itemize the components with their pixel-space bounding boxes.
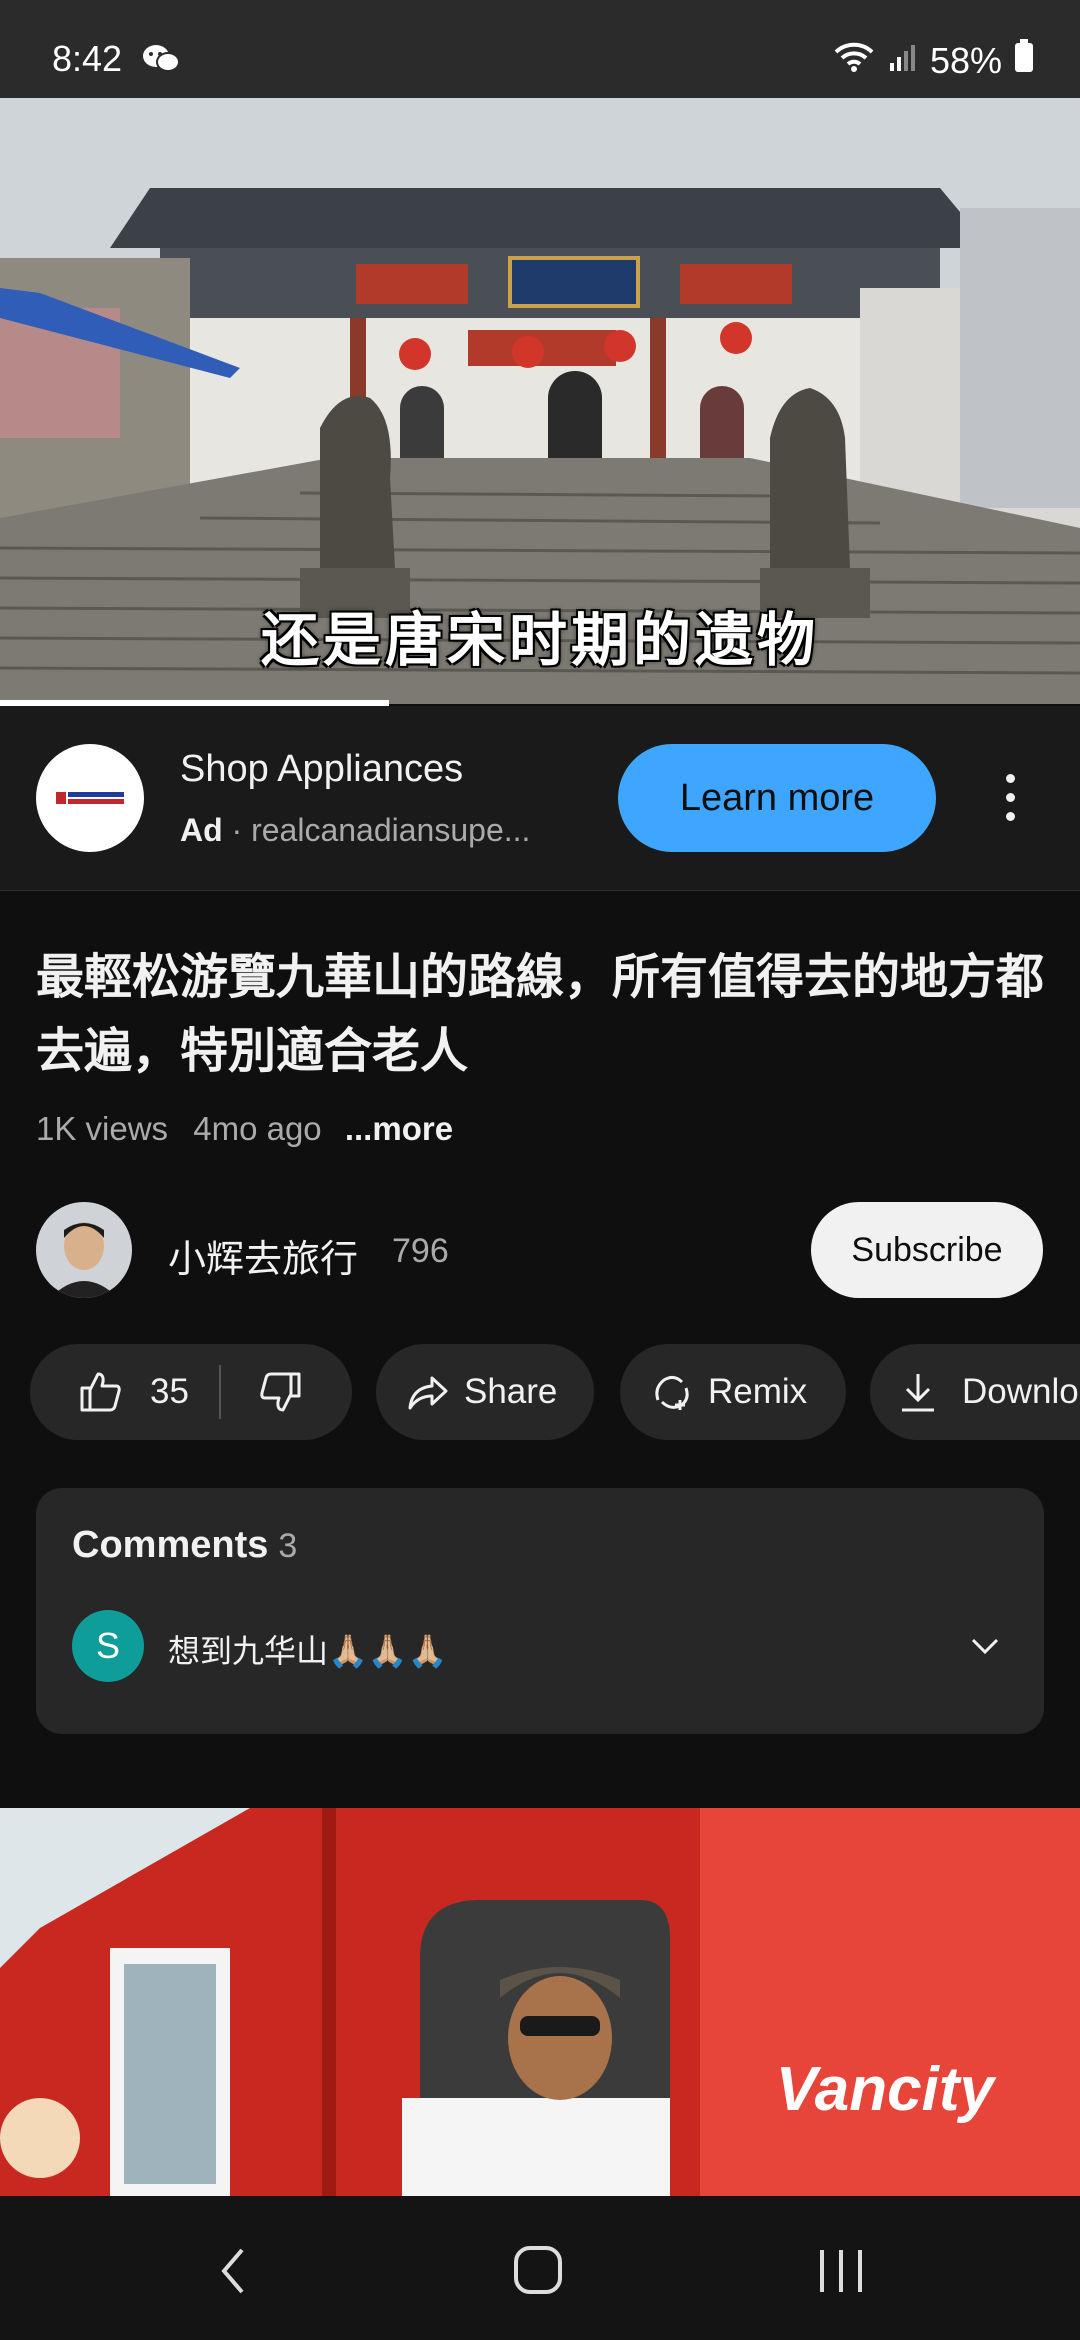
wechat-icon [142,44,180,79]
view-count: 1K views [36,1110,169,1147]
promo-brand: Vancity [775,2055,994,2124]
advertiser-logo [36,744,144,852]
promo-image [0,1808,1080,2196]
commenter-avatar: S [72,1610,144,1682]
more-options-icon[interactable] [998,774,1022,834]
channel-avatar[interactable] [36,1202,132,1298]
channel-row: 小辉去旅行 796 Subscribe [36,1200,1046,1300]
recent-apps-icon[interactable] [816,2246,866,2296]
channel-name[interactable]: 小辉去旅行 [168,1228,358,1283]
comment-preview: 想到九华山🙏🏼🙏🏼🙏🏼 [168,1632,448,1670]
learn-more-button[interactable]: Learn more [618,744,936,852]
system-navigation-bar [0,2196,1080,2340]
video-meta[interactable]: 1K views 4mo ago ...more [36,1110,453,1148]
comments-count: 3 [278,1527,298,1565]
ad-separator: · [231,812,243,848]
action-bar: 35 Share Remix Downlo [30,1344,1080,1440]
like-count: 35 [150,1372,189,1411]
battery-icon [1014,39,1034,82]
thumbs-up-icon [80,1372,121,1412]
wifi-icon [832,38,876,83]
share-label: Share [464,1372,558,1411]
video-title[interactable]: 最輕松游覽九華山的路線，所有值得去的地方都去遍，特別適合老人 [36,940,1046,1088]
chevron-down-icon[interactable] [970,1636,1000,1656]
share-button[interactable]: Share [376,1344,594,1440]
signal-icon [888,40,918,82]
share-icon [408,1376,448,1410]
subscriber-count: 796 [392,1232,449,1270]
ad-label: Ad [180,812,223,848]
remix-icon [655,1375,689,1410]
upload-age: 4mo ago [193,1110,322,1147]
status-time: 8:42 [52,38,123,79]
video-player[interactable]: 还是唐宋时期的遗物 [0,98,1080,704]
ad-domain: realcanadiansupe... [251,812,531,848]
download-label: Downlo [962,1372,1079,1411]
ad-banner[interactable]: Shop Appliances Ad · realcanadiansupe...… [0,706,1080,891]
dislike-button[interactable] [257,1368,305,1416]
comments-heading: Comments 3 [72,1524,297,1567]
ad-subtitle: Ad · realcanadiansupe... [180,812,580,849]
remix-button[interactable]: Remix [620,1344,846,1440]
battery-percent: 58% [929,39,1002,81]
promo-banner[interactable]: Vancity [0,1808,1080,2196]
more-link[interactable]: ...more [345,1110,453,1147]
ad-title: Shop Appliances [180,748,464,790]
remix-label: Remix [708,1372,808,1411]
comments-title: Comments [72,1524,269,1566]
download-button[interactable]: Downlo [870,1344,1080,1440]
like-dislike-group: 35 [30,1344,352,1440]
subscribe-button[interactable]: Subscribe [811,1202,1043,1298]
download-icon [902,1374,934,1412]
pill-divider [218,1365,221,1419]
video-subtitle: 还是唐宋时期的遗物 [260,606,819,674]
like-button[interactable]: 35 [76,1368,189,1416]
back-icon[interactable] [218,2246,248,2296]
comments-panel[interactable]: Comments 3 S 想到九华山🙏🏼🙏🏼🙏🏼 [36,1488,1044,1734]
status-bar: 8:42 58% [0,0,1080,98]
thumbs-down-icon [260,1372,301,1412]
home-icon[interactable] [512,2244,564,2296]
